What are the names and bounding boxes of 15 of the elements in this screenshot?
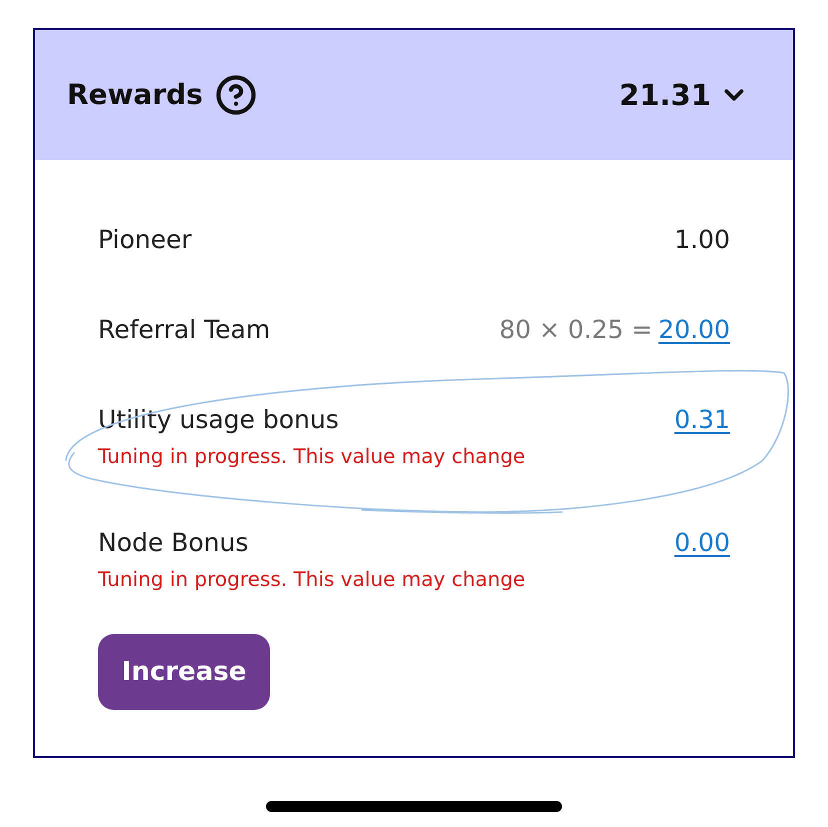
- total-dropdown-button[interactable]: 21.31: [619, 78, 749, 112]
- reward-label: Pioneer: [98, 224, 192, 256]
- reward-label: Node Bonus: [98, 527, 250, 559]
- increase-button[interactable]: Increase: [98, 634, 270, 710]
- reward-formula: 80 × 0.25 =: [499, 314, 652, 346]
- reward-value-link[interactable]: 0.31: [674, 402, 730, 438]
- reward-label: Utility usage bonus: [98, 404, 340, 436]
- warning-note: Tuning in progress. This value may change: [98, 443, 526, 470]
- reward-value-link[interactable]: 20.00: [658, 312, 730, 348]
- reward-value-link[interactable]: 0.00: [674, 525, 730, 561]
- rewards-title: Rewards: [67, 77, 203, 113]
- reward-value: 1.00: [674, 224, 730, 256]
- reward-label: Referral Team: [98, 314, 270, 346]
- help-icon[interactable]: [214, 74, 257, 116]
- warning-note: Tuning in progress. This value may change: [98, 566, 526, 593]
